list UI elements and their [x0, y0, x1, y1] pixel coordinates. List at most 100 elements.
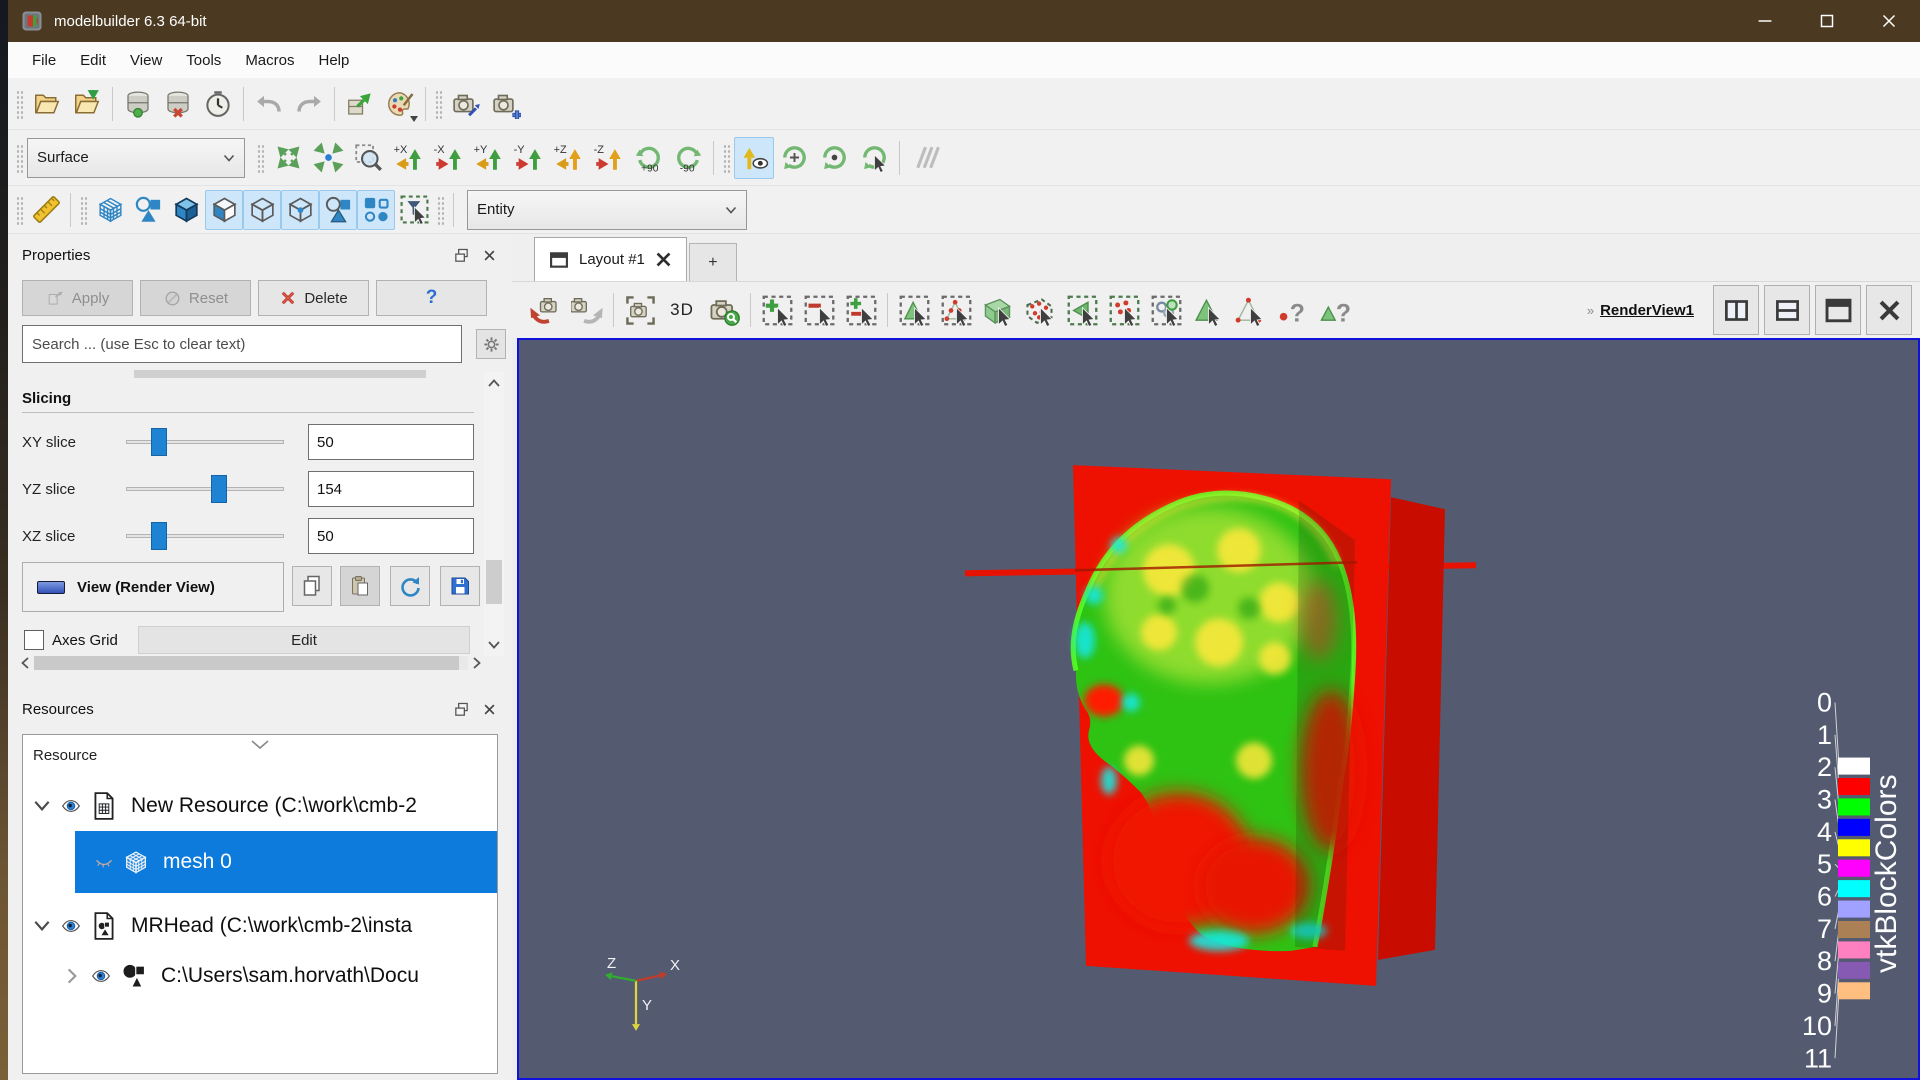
save-defaults-button[interactable]	[440, 566, 480, 606]
slider-handle[interactable]	[211, 475, 227, 503]
source-remove-button[interactable]	[158, 83, 198, 125]
toolbar-grip[interactable]	[79, 195, 88, 225]
slider-value-field[interactable]	[308, 471, 474, 507]
timer-button[interactable]	[198, 83, 238, 125]
orientation-axes-widget[interactable]: XYZ	[605, 955, 680, 1031]
scrollbar-thumb[interactable]	[34, 656, 459, 670]
menu-item-view[interactable]: View	[118, 42, 174, 78]
open-file-button[interactable]	[27, 83, 67, 125]
axes-grid-checkbox[interactable]	[24, 630, 44, 650]
cube-wireframe-button[interactable]	[243, 190, 281, 230]
toolbar-grip[interactable]	[436, 195, 445, 225]
block-colors-legend[interactable]: 01234567891011vtkBlockColors	[1802, 687, 1903, 1073]
expander-open-icon[interactable]	[29, 799, 55, 813]
redo-button[interactable]	[289, 83, 329, 125]
eye-open-icon[interactable]	[85, 966, 117, 986]
query-cell-button[interactable]: ?	[1313, 288, 1355, 332]
float-panel-icon[interactable]	[450, 698, 472, 720]
toolbar-grip[interactable]	[15, 143, 24, 173]
close-button[interactable]	[1858, 0, 1920, 42]
search-input[interactable]	[22, 325, 462, 363]
select-points-rect-button[interactable]	[935, 288, 977, 332]
hover-points-button[interactable]	[1229, 288, 1271, 332]
view-minus-z-button[interactable]: -Z	[588, 137, 628, 179]
select-blocks-button[interactable]	[1103, 288, 1145, 332]
toolbar-grip[interactable]	[15, 195, 24, 225]
layout-tab[interactable]: Layout #1	[534, 237, 687, 281]
slider-track[interactable]	[126, 427, 284, 457]
shapes-selection-button[interactable]	[319, 190, 357, 230]
toolbar-grip[interactable]	[256, 143, 265, 173]
shapes-representation-button[interactable]	[129, 190, 167, 230]
scroll-right-icon[interactable]	[468, 654, 486, 672]
export-scene-button[interactable]	[340, 83, 380, 125]
camera-wrench-button[interactable]	[446, 83, 486, 125]
camera-add-button[interactable]	[486, 83, 526, 125]
view-plus-z-button[interactable]: +Z	[548, 137, 588, 179]
view-plus-x-button[interactable]: +X	[388, 137, 428, 179]
camera-undo-button[interactable]	[524, 288, 566, 332]
cube-surface-button[interactable]	[205, 190, 243, 230]
split-horizontal-button[interactable]	[1764, 285, 1810, 335]
tree-row-2[interactable]: MRHead (C:\work\cmb-2\insta	[23, 901, 497, 951]
float-panel-icon[interactable]	[450, 244, 472, 266]
select-toggle-button[interactable]	[840, 288, 882, 332]
menu-item-macros[interactable]: Macros	[233, 42, 306, 78]
tree-row-0[interactable]: New Resource (C:\work\cmb-2	[23, 781, 497, 831]
apply-button[interactable]: Apply	[22, 280, 133, 316]
collapse-header-icon[interactable]	[250, 737, 270, 755]
refresh-button[interactable]	[390, 566, 430, 606]
scrollbar-thumb[interactable]	[486, 560, 502, 604]
select-points-through-button[interactable]	[1019, 288, 1061, 332]
camera-zoom-button[interactable]	[703, 288, 745, 332]
view-minus-x-button[interactable]: -X	[428, 137, 468, 179]
show-orientation-axes-button[interactable]	[734, 137, 774, 179]
expander-closed-icon[interactable]	[59, 966, 85, 986]
eye-open-icon[interactable]	[55, 796, 87, 816]
toolbar-overflow-icon[interactable]: »	[1587, 303, 1594, 318]
select-cells-through-button[interactable]	[977, 288, 1019, 332]
scroll-left-icon[interactable]	[16, 654, 34, 672]
camera-redo-button[interactable]	[566, 288, 608, 332]
open-import-button[interactable]	[67, 83, 107, 125]
delete-button[interactable]: Delete	[258, 280, 369, 316]
entity-select[interactable]: Entity	[467, 190, 747, 230]
expander-open-icon[interactable]	[29, 919, 55, 933]
capture-screenshot-button[interactable]	[619, 288, 661, 332]
show-center-axes-button[interactable]	[774, 137, 814, 179]
select-block-button[interactable]	[1061, 288, 1103, 332]
slider-handle[interactable]	[151, 522, 167, 550]
copy-properties-button[interactable]	[292, 566, 332, 606]
close-panel-icon[interactable]	[478, 244, 500, 266]
add-layout-tab[interactable]: +	[689, 243, 737, 281]
reset-center-button[interactable]	[854, 137, 894, 179]
menu-item-help[interactable]: Help	[307, 42, 362, 78]
slider-handle[interactable]	[151, 428, 167, 456]
axes-grid-edit-button[interactable]: Edit	[138, 626, 470, 654]
close-panel-icon[interactable]	[478, 698, 500, 720]
select-add-button[interactable]	[756, 288, 798, 332]
slider-track[interactable]	[126, 521, 284, 551]
render-view-link[interactable]: RenderView1	[1600, 302, 1694, 319]
slider-track[interactable]	[126, 474, 284, 504]
query-point-button[interactable]: ?	[1271, 288, 1313, 332]
interactive-select-button[interactable]	[1145, 288, 1187, 332]
rotate-90-cw-button[interactable]: +90	[628, 137, 668, 179]
close-view-button[interactable]	[1866, 285, 1912, 335]
pick-center-button[interactable]	[814, 137, 854, 179]
tree-row-3[interactable]: C:\Users\sam.horvath\Docu	[23, 951, 497, 1001]
undo-button[interactable]	[249, 83, 289, 125]
maximize-view-button[interactable]	[1815, 285, 1861, 335]
mri-slice-visualization[interactable]: XYZ 01234567891011vtkBlockColors	[519, 340, 1918, 1078]
hover-cells-button[interactable]	[1187, 288, 1229, 332]
search-options-button[interactable]	[476, 329, 506, 359]
eye-closed-icon[interactable]	[89, 852, 119, 872]
cube-points-button[interactable]	[281, 190, 319, 230]
render-viewport[interactable]: XYZ 01234567891011vtkBlockColors	[517, 338, 1920, 1080]
select-filter-button[interactable]	[395, 190, 433, 230]
blocks-button[interactable]	[357, 190, 395, 230]
toolbar-grip[interactable]	[15, 89, 24, 119]
view-minus-y-button[interactable]: -Y	[508, 137, 548, 179]
minimize-button[interactable]	[1734, 0, 1796, 42]
reset-camera-button[interactable]	[268, 137, 308, 179]
